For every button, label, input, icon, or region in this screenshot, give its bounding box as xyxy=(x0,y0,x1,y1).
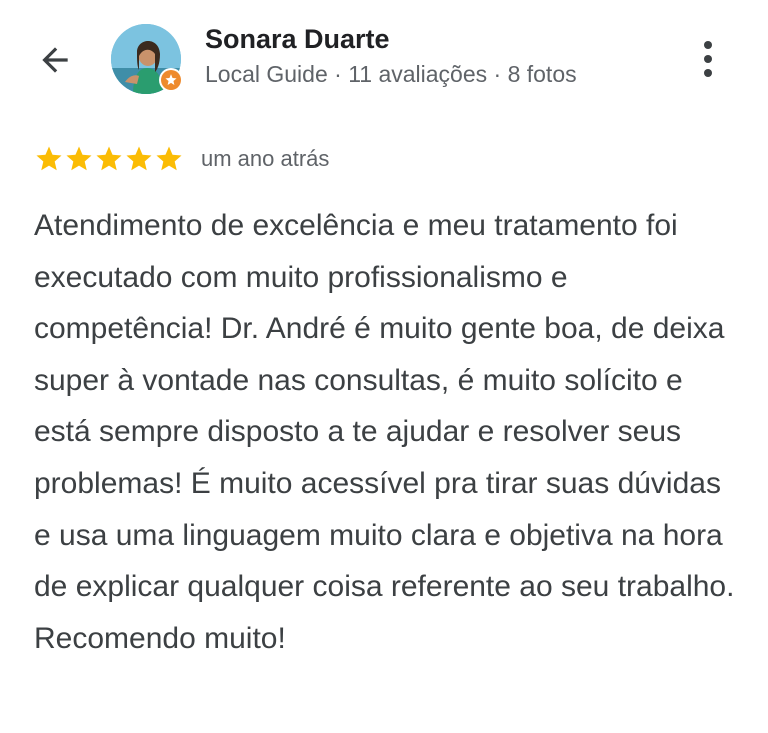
review-header: Sonara Duarte Local Guide · 11 avaliaçõe… xyxy=(0,0,768,120)
star-icon xyxy=(66,146,92,171)
arrow-back-icon xyxy=(42,47,68,73)
star-icon xyxy=(156,146,182,171)
rating-row: um ano atrás xyxy=(34,143,329,175)
more-options-button[interactable] xyxy=(690,36,726,82)
star-icon xyxy=(36,146,62,171)
review-text: Atendimento de excelência e meu tratamen… xyxy=(34,209,735,655)
more-vert-icon-dot xyxy=(704,55,712,63)
review-time: um ano atrás xyxy=(201,146,330,171)
star-icon xyxy=(126,146,152,171)
more-vert-icon-dot xyxy=(704,69,712,77)
star-icon xyxy=(96,146,122,171)
more-vert-icon xyxy=(704,41,712,49)
back-button[interactable] xyxy=(36,40,84,80)
avatar[interactable] xyxy=(111,24,183,94)
reviewer-name[interactable]: Sonara Duarte xyxy=(205,24,390,55)
star-rating xyxy=(34,144,184,174)
reviewer-meta: Local Guide · 11 avaliações · 8 fotos xyxy=(205,61,577,87)
local-guide-badge-icon xyxy=(159,68,183,92)
